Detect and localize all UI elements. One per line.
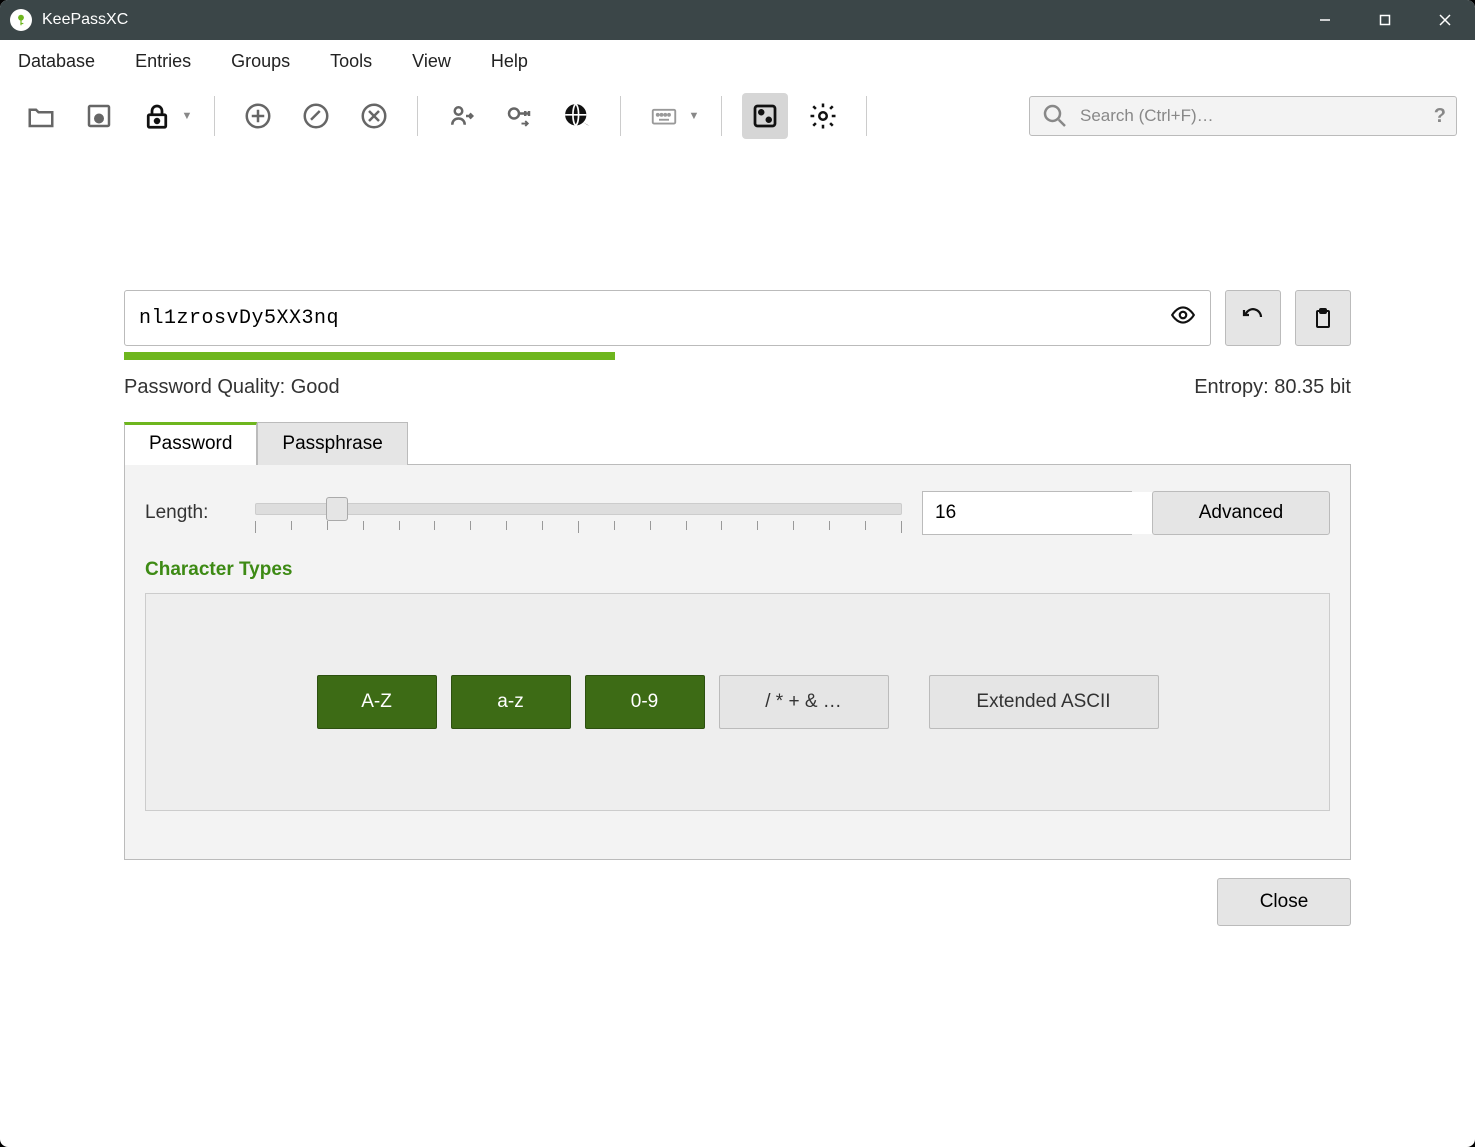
generated-password-text: nl1zrosvDy5XX3nq [139, 307, 1160, 330]
menu-help[interactable]: Help [485, 47, 534, 76]
close-window-button[interactable] [1415, 0, 1475, 40]
chartype-symbols-button[interactable]: / * + & … [719, 675, 889, 729]
length-spinner: ▲ ▼ [922, 491, 1132, 535]
menu-tools[interactable]: Tools [324, 47, 378, 76]
menu-groups[interactable]: Groups [225, 47, 296, 76]
open-database-button[interactable] [18, 93, 64, 139]
strength-bar [124, 352, 1351, 360]
entropy-label: Entropy: 80.35 bit [1194, 376, 1351, 399]
copy-username-button[interactable] [438, 93, 484, 139]
copy-password-button[interactable] [496, 93, 542, 139]
toolbar: ▼ ▼ [0, 82, 1475, 150]
window-title: KeePassXC [42, 11, 128, 29]
settings-button[interactable] [800, 93, 846, 139]
regenerate-button[interactable] [1225, 290, 1281, 346]
search-input[interactable] [1080, 106, 1424, 126]
password-generator-panel: nl1zrosvDy5XX3nq Password Quality: Good … [0, 150, 1475, 1147]
password-quality-label: Password Quality: Good [124, 376, 340, 399]
separator [214, 96, 215, 136]
separator [866, 96, 867, 136]
tab-passphrase[interactable]: Passphrase [257, 422, 407, 465]
length-slider[interactable] [255, 493, 902, 533]
separator [620, 96, 621, 136]
new-entry-button[interactable] [235, 93, 281, 139]
separator [417, 96, 418, 136]
save-database-button[interactable] [76, 93, 122, 139]
delete-entry-button[interactable] [351, 93, 397, 139]
lock-database-button[interactable] [134, 93, 180, 139]
generated-password-field[interactable]: nl1zrosvDy5XX3nq [124, 290, 1211, 346]
slider-thumb[interactable] [326, 497, 348, 521]
chartype-extended-button[interactable]: Extended ASCII [929, 675, 1159, 729]
character-types-label: Character Types [145, 559, 1330, 581]
search-help-icon[interactable]: ? [1434, 105, 1446, 128]
maximize-button[interactable] [1355, 0, 1415, 40]
menu-view[interactable]: View [406, 47, 457, 76]
advanced-button[interactable]: Advanced [1152, 491, 1330, 535]
length-label: Length: [145, 502, 235, 524]
lock-dropdown-arrow[interactable]: ▼ [180, 109, 194, 123]
tab-password[interactable]: Password [124, 422, 257, 465]
chartype-digits-button[interactable]: 0-9 [585, 675, 705, 729]
autotype-button[interactable] [641, 93, 687, 139]
search-field-wrap: ? [1029, 96, 1457, 136]
close-button[interactable]: Close [1217, 878, 1351, 926]
menubar: Database Entries Groups Tools View Help [0, 40, 1475, 82]
copy-url-button[interactable] [554, 93, 600, 139]
strength-bar-fill [124, 352, 615, 360]
autotype-dropdown-arrow[interactable]: ▼ [687, 109, 701, 123]
separator [721, 96, 722, 136]
minimize-button[interactable] [1295, 0, 1355, 40]
password-generator-button[interactable] [742, 93, 788, 139]
copy-password-clipboard-button[interactable] [1295, 290, 1351, 346]
titlebar: KeePassXC [0, 0, 1475, 40]
character-types-box: A-Z a-z 0-9 / * + & … Extended ASCII [145, 593, 1330, 811]
edit-entry-button[interactable] [293, 93, 339, 139]
app-icon [10, 9, 32, 31]
toggle-visibility-icon[interactable] [1170, 302, 1196, 335]
menu-entries[interactable]: Entries [129, 47, 197, 76]
search-icon [1040, 101, 1070, 131]
menu-database[interactable]: Database [12, 47, 101, 76]
chartype-upper-button[interactable]: A-Z [317, 675, 437, 729]
tab-body-password: Length: ▲ ▼ [124, 465, 1351, 860]
chartype-lower-button[interactable]: a-z [451, 675, 571, 729]
